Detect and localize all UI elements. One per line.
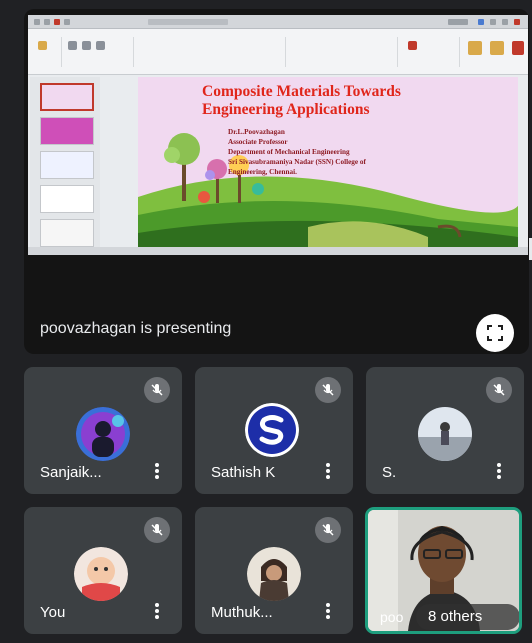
app-title-bar [28, 15, 528, 29]
mic-off-icon [144, 377, 170, 403]
presenter-name: Dr.L.Poovazhagan [228, 128, 285, 136]
slide-canvas: Composite Materials Towards Engineering … [138, 77, 518, 247]
slide-presenter-info: Dr.L.Poovazhagan Associate Professor Dep… [228, 127, 366, 177]
shared-screen: Composite Materials Towards Engineering … [28, 15, 528, 255]
more-options-icon[interactable] [325, 602, 331, 620]
others-count-chip[interactable]: 8 others [416, 604, 519, 630]
participant-avatar [247, 547, 301, 601]
self-video-tile[interactable]: poo 8 others [365, 507, 522, 634]
participant-avatar [418, 407, 472, 461]
participant-name: You [40, 604, 66, 621]
more-options-icon[interactable] [154, 602, 160, 620]
more-options-icon[interactable] [325, 462, 331, 480]
mic-off-icon [144, 517, 170, 543]
mic-off-icon [486, 377, 512, 403]
mic-off-icon [315, 517, 341, 543]
participant-avatar [245, 403, 299, 457]
participant-tile[interactable]: Sathish K [195, 367, 353, 494]
participant-tile[interactable]: S. [366, 367, 524, 494]
app-ribbon [28, 29, 528, 75]
self-label: poo [380, 609, 404, 625]
more-options-icon[interactable] [154, 462, 160, 480]
more-options-icon[interactable] [496, 462, 502, 480]
participant-name: Muthuk... [211, 604, 273, 621]
slide-title: Composite Materials Towards Engineering … [202, 83, 401, 118]
participant-name: Sanjaik... [40, 464, 102, 481]
app-status-bar [28, 247, 528, 255]
slide-thumbnails [30, 77, 100, 252]
presentation-tile[interactable]: Composite Materials Towards Engineering … [24, 9, 529, 354]
participant-tile[interactable]: Sanjaik... [24, 367, 182, 494]
fullscreen-button[interactable] [476, 314, 514, 352]
participant-avatar [76, 407, 130, 461]
presenter-city: Engineering, Chennai. [228, 168, 297, 176]
participant-tile[interactable]: Muthuk... [195, 507, 353, 634]
participant-name: S. [382, 464, 397, 481]
presenter-role: Associate Professor [228, 138, 288, 146]
participant-name: Sathish K [211, 464, 276, 481]
presenting-label: poovazhagan is presenting [40, 320, 232, 337]
presenter-department: Department of Mechanical Engineering [228, 148, 350, 156]
presenter-college: Sri Sivasubramaniya Nadar (SSN) College … [228, 158, 366, 166]
participant-avatar [74, 547, 128, 601]
fullscreen-icon [487, 325, 503, 341]
participant-tile[interactable]: You [24, 507, 182, 634]
mic-off-icon [315, 377, 341, 403]
